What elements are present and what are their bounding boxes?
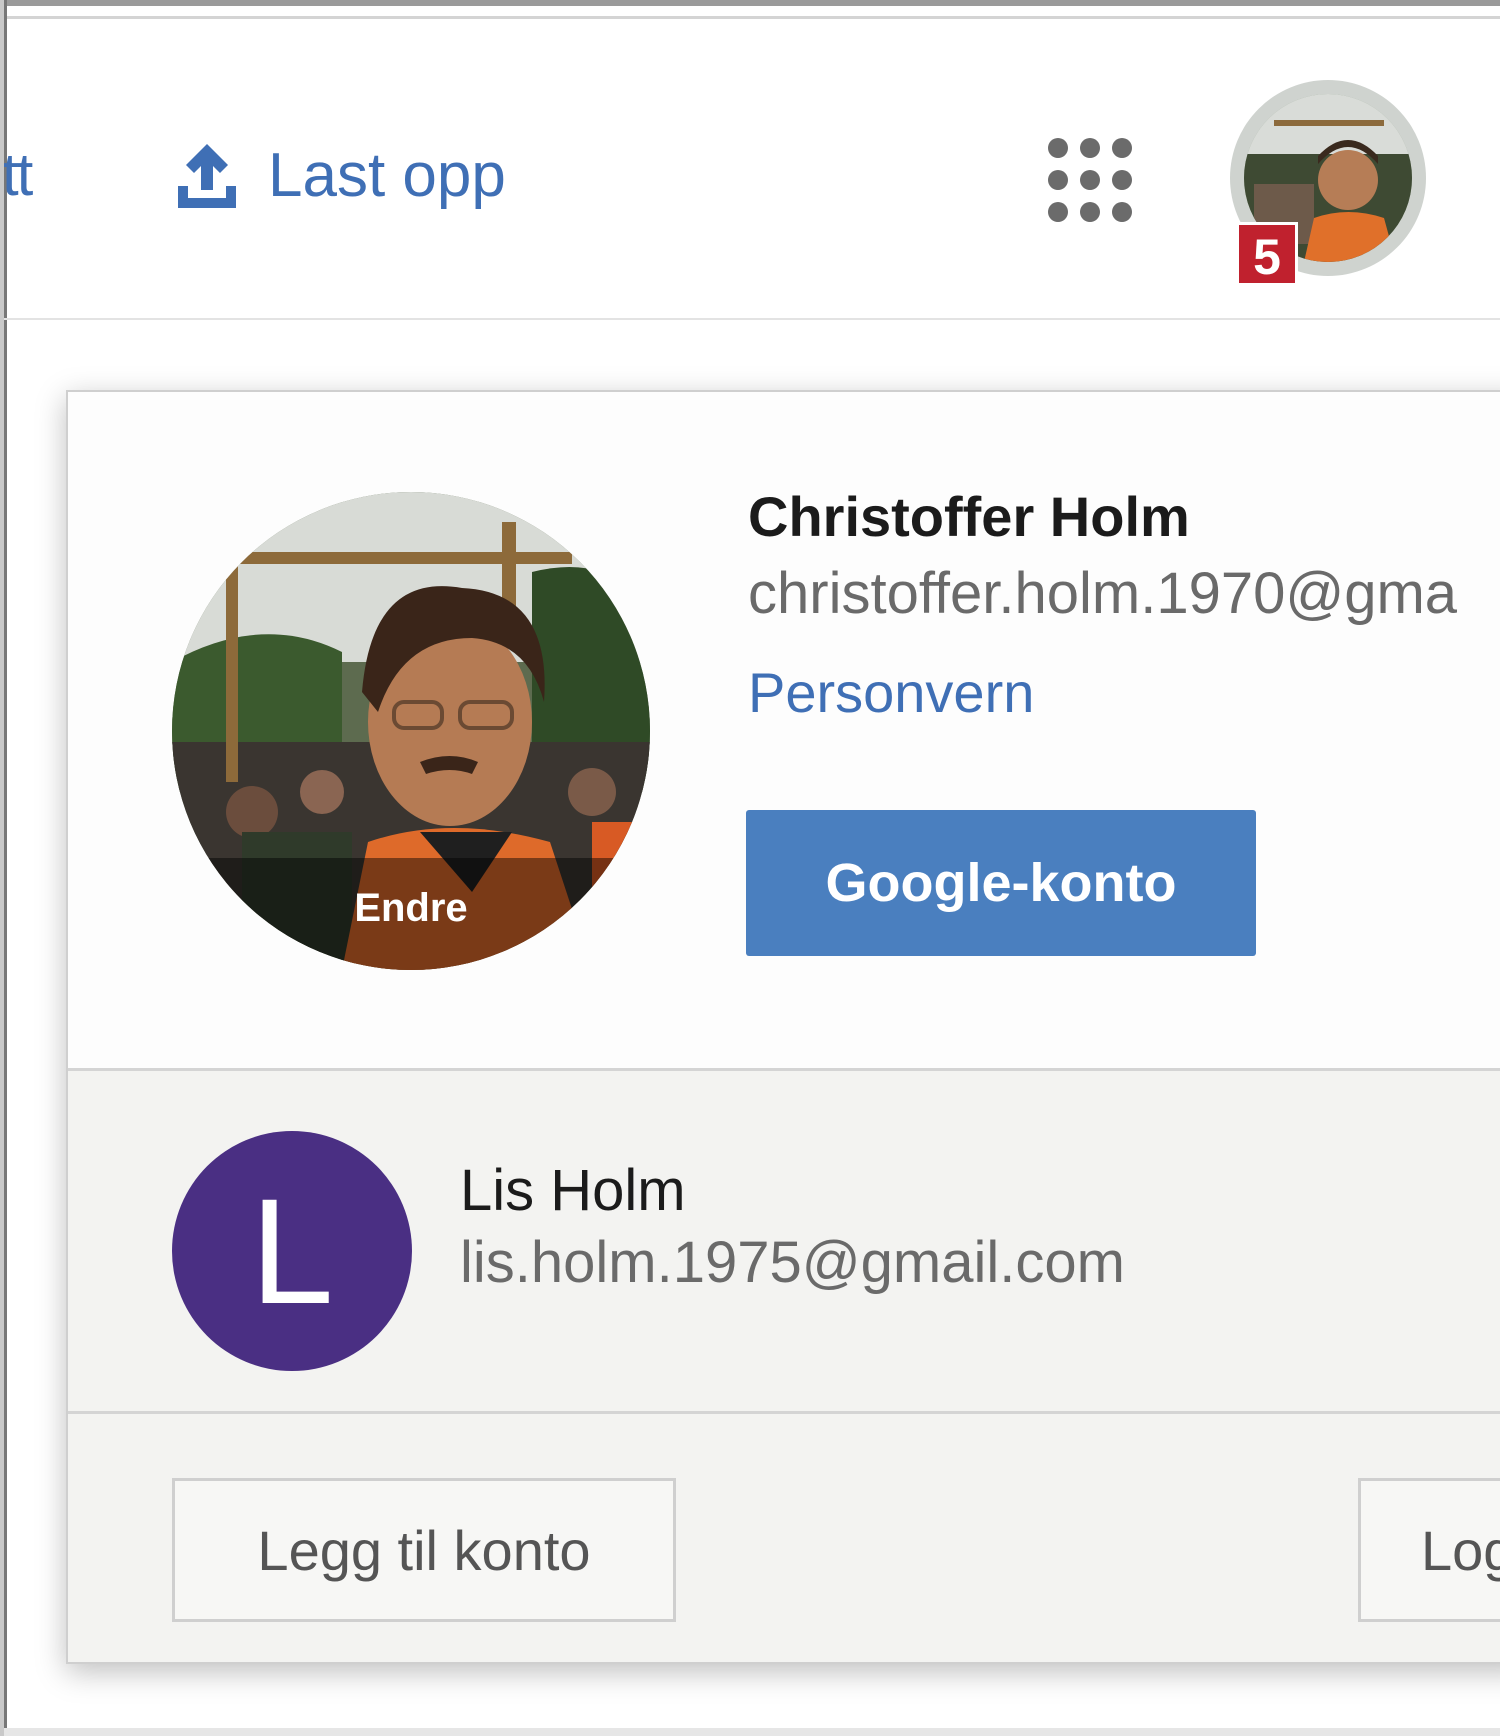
toolbar-link-truncated[interactable]: tt [4, 140, 33, 209]
profile-photo-change[interactable]: Endre [172, 492, 650, 970]
notification-badge: 5 [1236, 222, 1298, 286]
window-top-border [4, 0, 1500, 6]
window-left-border [4, 0, 7, 1736]
apps-dot [1080, 202, 1100, 222]
add-account-button[interactable]: Legg til konto [172, 1478, 676, 1622]
apps-dot [1048, 202, 1068, 222]
apps-dot [1112, 138, 1132, 158]
logout-button[interactable]: Log [1358, 1478, 1500, 1622]
apps-dot [1080, 170, 1100, 190]
apps-dot [1048, 138, 1068, 158]
apps-dot [1112, 170, 1132, 190]
app-window: tt Last opp 5 Endre Christoffer Holm chr… [4, 0, 1500, 1736]
window-bottom-border [4, 1728, 1500, 1736]
change-photo-label: Endre [172, 858, 650, 970]
google-account-button[interactable]: Google-konto [746, 810, 1256, 956]
upload-icon [178, 144, 236, 208]
other-account-avatar: L [172, 1131, 412, 1371]
apps-dot [1112, 202, 1132, 222]
privacy-link[interactable]: Personvern [748, 660, 1034, 725]
apps-grid-icon[interactable] [1048, 138, 1132, 222]
upload-label: Last opp [268, 140, 506, 210]
account-menu-footer: Legg til konto Log [68, 1414, 1500, 1662]
toolbar-divider [4, 318, 1500, 320]
apps-dot [1080, 138, 1100, 158]
window-top-border-inner [4, 16, 1500, 19]
current-user-name: Christoffer Holm [748, 485, 1190, 548]
apps-dot [1048, 170, 1068, 190]
upload-button[interactable]: Last opp [174, 138, 506, 212]
account-menu: Endre Christoffer Holm christoffer.holm.… [66, 390, 1500, 1664]
current-account-section: Endre Christoffer Holm christoffer.holm.… [68, 392, 1500, 1068]
other-account-item[interactable]: L Lis Holm lis.holm.1975@gmail.com [68, 1071, 1500, 1411]
other-account-name: Lis Holm [460, 1158, 686, 1223]
current-user-email: christoffer.holm.1970@gma [748, 561, 1458, 626]
other-account-email: lis.holm.1975@gmail.com [460, 1230, 1125, 1295]
